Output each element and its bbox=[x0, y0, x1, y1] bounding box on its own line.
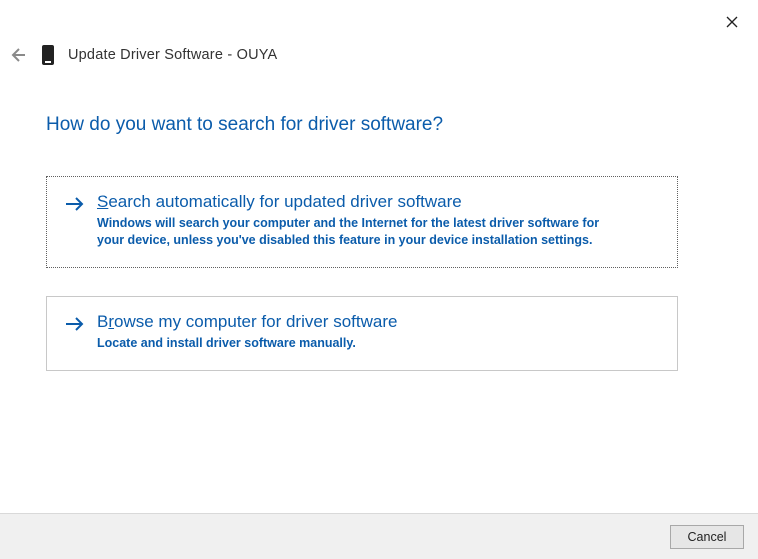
option-title-pre: B bbox=[97, 312, 108, 331]
close-icon bbox=[726, 16, 738, 28]
option-title-accesskey: S bbox=[97, 192, 108, 211]
back-arrow-icon bbox=[8, 46, 26, 64]
arrow-right-icon bbox=[65, 315, 85, 336]
footer: Cancel bbox=[0, 513, 758, 559]
back-button[interactable] bbox=[6, 44, 28, 66]
device-icon bbox=[42, 45, 54, 65]
window-title: Update Driver Software - OUYA bbox=[68, 47, 277, 63]
option-title: Browse my computer for driver software bbox=[97, 311, 659, 333]
option-description: Windows will search your computer and th… bbox=[97, 215, 617, 249]
option-title-post: owse my computer for driver software bbox=[114, 312, 397, 331]
option-title-post: earch automatically for updated driver s… bbox=[108, 192, 461, 211]
cancel-button-label: Cancel bbox=[688, 530, 727, 544]
page-heading: How do you want to search for driver sof… bbox=[46, 114, 678, 136]
option-description: Locate and install driver software manua… bbox=[97, 335, 617, 352]
option-search-automatically[interactable]: Search automatically for updated driver … bbox=[46, 176, 678, 268]
content-area: How do you want to search for driver sof… bbox=[46, 100, 678, 399]
cancel-button[interactable]: Cancel bbox=[670, 525, 744, 549]
header: Update Driver Software - OUYA bbox=[6, 44, 738, 66]
arrow-right-icon bbox=[65, 195, 85, 216]
option-browse-computer[interactable]: Browse my computer for driver software L… bbox=[46, 296, 678, 371]
driver-update-wizard: Update Driver Software - OUYA How do you… bbox=[0, 0, 758, 559]
close-button[interactable] bbox=[720, 10, 744, 34]
option-title: Search automatically for updated driver … bbox=[97, 191, 659, 213]
